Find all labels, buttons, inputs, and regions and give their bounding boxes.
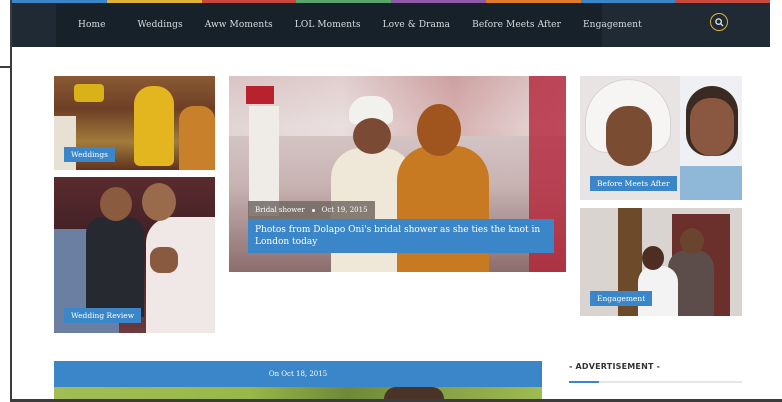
photo-shape (142, 183, 176, 221)
photo-shape (417, 104, 461, 156)
photo-shape (680, 166, 742, 200)
meta-separator (311, 208, 315, 212)
advertisement-heading: - ADVERTISEMENT - (569, 362, 661, 371)
engagement-tile[interactable]: Engagement (580, 208, 742, 316)
article-date-bar: On Oct 18, 2015 (54, 361, 542, 387)
nav-item-weddings[interactable]: Weddings (127, 20, 194, 30)
frame-left-border (10, 0, 12, 402)
ad-divider-accent (569, 381, 599, 383)
photo-shape (74, 84, 104, 102)
nav-item-love-drama[interactable]: Love & Drama (372, 20, 462, 30)
photo-shape (100, 187, 132, 221)
featured-date: Oct 19, 2015 (321, 206, 368, 214)
photo-shape (353, 118, 391, 154)
photo-shape (384, 387, 444, 399)
search-icon (714, 17, 724, 27)
photo-badge (246, 86, 274, 104)
category-label-wedding-review[interactable]: Wedding Review (64, 308, 142, 323)
photo-shape (690, 98, 734, 156)
article-image[interactable] (54, 387, 542, 399)
featured-category[interactable]: Bridal shower (255, 206, 305, 214)
photo-shape (179, 106, 215, 170)
nav-item-engagement[interactable]: Engagement (572, 20, 653, 30)
photo-shape (146, 217, 215, 333)
category-label-weddings[interactable]: Weddings (64, 147, 116, 162)
search-button[interactable] (710, 13, 728, 31)
nav-item-home[interactable]: Home (56, 20, 127, 30)
featured-meta: Bridal shower Oct 19, 2015 (248, 201, 375, 219)
main-menu: Home Weddings Aww Moments LOL Moments Lo… (56, 3, 642, 47)
photo-shape (642, 246, 664, 270)
photo-shape (150, 247, 178, 273)
stripe-segment (675, 0, 770, 3)
nav-item-aww-moments[interactable]: Aww Moments (194, 20, 284, 30)
photo-shape (249, 106, 279, 216)
weddings-tile[interactable]: Weddings (54, 76, 215, 170)
frame-left-tick (0, 66, 12, 68)
category-label-engagement[interactable]: Engagement (590, 291, 653, 306)
photo-shape (606, 106, 652, 166)
photo-shape (86, 217, 144, 317)
photo-shape (680, 228, 704, 254)
article-date: On Oct 18, 2015 (268, 370, 328, 378)
featured-title[interactable]: Photos from Dolapo Oni's bridal shower a… (248, 219, 554, 253)
photo-shape (397, 146, 489, 272)
wedding-review-tile[interactable]: Wedding Review (54, 177, 215, 333)
photo-shape (229, 76, 566, 136)
photo-shape (134, 86, 174, 166)
top-navbar: Home Weddings Aww Moments LOL Moments Lo… (12, 0, 770, 47)
nav-item-before-meets-after[interactable]: Before Meets After (461, 20, 572, 30)
nav-item-lol-moments[interactable]: LOL Moments (284, 20, 372, 30)
before-meets-after-tile[interactable]: Before Meets After (580, 76, 742, 200)
category-label-before-meets-after[interactable]: Before Meets After (590, 176, 677, 191)
